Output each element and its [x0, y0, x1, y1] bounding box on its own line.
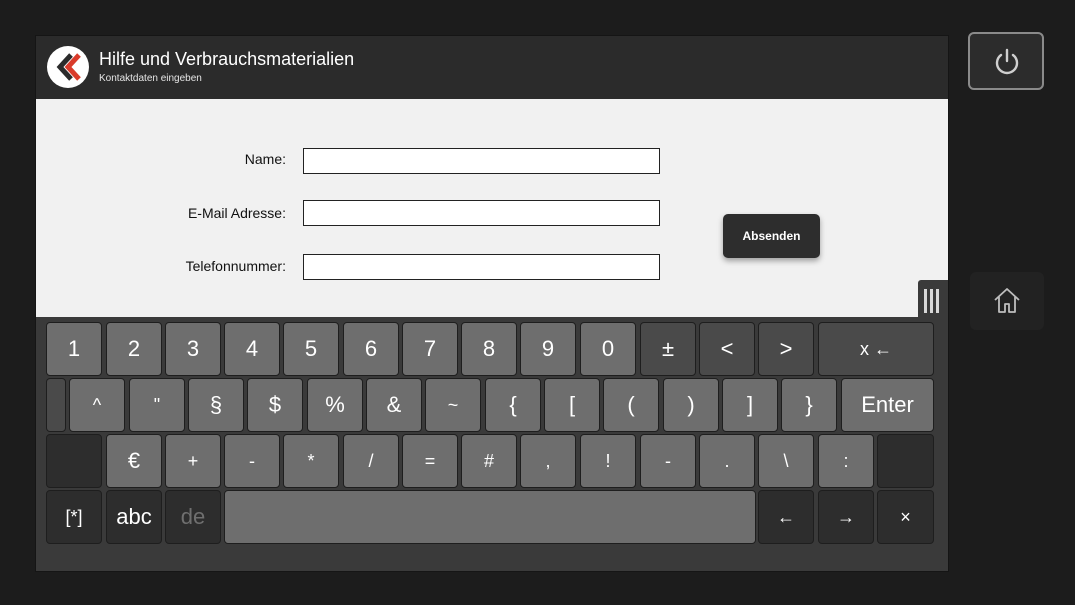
key-blank[interactable] — [46, 378, 66, 432]
symbols-key[interactable]: [*] — [46, 490, 102, 544]
key[interactable]: 1 — [46, 322, 102, 376]
arrow-left-key[interactable]: ← — [758, 490, 814, 544]
key[interactable]: ] — [722, 378, 778, 432]
key[interactable]: " — [129, 378, 185, 432]
email-label: E-Mail Adresse: — [187, 205, 286, 221]
key[interactable]: \ — [758, 434, 814, 488]
key[interactable]: 3 — [165, 322, 221, 376]
key[interactable]: ~ — [425, 378, 481, 432]
language-key[interactable]: de — [165, 490, 221, 544]
key[interactable]: . — [699, 434, 755, 488]
key[interactable]: ! — [580, 434, 636, 488]
close-keyboard-key[interactable]: × — [877, 490, 934, 544]
key[interactable]: ± — [640, 322, 696, 376]
key[interactable]: + — [165, 434, 221, 488]
key[interactable]: 5 — [283, 322, 339, 376]
main-panel: Hilfe und Verbrauchsmaterialien Kontaktd… — [35, 35, 949, 572]
key[interactable]: 0 — [580, 322, 636, 376]
home-icon — [994, 288, 1020, 313]
back-chevrons-icon[interactable] — [47, 46, 89, 88]
home-button[interactable] — [970, 272, 1044, 330]
key[interactable]: { — [485, 378, 541, 432]
page-subtitle: Kontaktdaten eingeben — [99, 73, 202, 84]
key[interactable]: * — [283, 434, 339, 488]
name-field[interactable] — [303, 148, 660, 174]
key[interactable]: ) — [663, 378, 719, 432]
phone-field[interactable] — [303, 254, 660, 280]
keyboard-grip-icon[interactable] — [918, 280, 948, 322]
key[interactable]: 4 — [224, 322, 280, 376]
key[interactable]: < — [699, 322, 755, 376]
key[interactable]: % — [307, 378, 363, 432]
email-field[interactable] — [303, 200, 660, 226]
key[interactable]: 6 — [343, 322, 399, 376]
key[interactable]: = — [402, 434, 458, 488]
key[interactable]: 7 — [402, 322, 458, 376]
key[interactable]: > — [758, 322, 814, 376]
name-label: Name: — [244, 151, 286, 167]
header-bar: Hilfe und Verbrauchsmaterialien Kontaktd… — [36, 36, 948, 99]
key[interactable]: - — [640, 434, 696, 488]
key[interactable]: 9 — [520, 322, 576, 376]
power-button[interactable] — [968, 32, 1044, 90]
key[interactable]: [ — [544, 378, 600, 432]
space-key[interactable] — [224, 490, 756, 544]
key[interactable]: & — [366, 378, 422, 432]
backspace-key[interactable]: x ← — [818, 322, 934, 376]
key[interactable]: , — [520, 434, 576, 488]
key[interactable]: # — [461, 434, 517, 488]
key[interactable]: 8 — [461, 322, 517, 376]
key[interactable]: ^ — [69, 378, 125, 432]
abc-key[interactable]: abc — [106, 490, 162, 544]
page-title: Hilfe und Verbrauchsmaterialien — [99, 49, 355, 69]
key[interactable]: / — [343, 434, 399, 488]
power-icon — [995, 48, 1019, 75]
phone-label: Telefonnummer: — [185, 258, 286, 274]
key-blank[interactable] — [877, 434, 934, 488]
key[interactable]: € — [106, 434, 162, 488]
key[interactable]: § — [188, 378, 244, 432]
arrow-right-key[interactable]: → — [818, 490, 874, 544]
key[interactable]: ( — [603, 378, 659, 432]
key[interactable]: - — [224, 434, 280, 488]
key[interactable]: : — [818, 434, 874, 488]
key[interactable]: } — [781, 378, 837, 432]
key-blank[interactable] — [46, 434, 102, 488]
key[interactable]: 2 — [106, 322, 162, 376]
contact-form: Name: E-Mail Adresse: Telefonnummer: Abs… — [36, 99, 948, 317]
key[interactable]: $ — [247, 378, 303, 432]
enter-key[interactable]: Enter — [841, 378, 934, 432]
onscreen-keyboard: 1 2 3 4 5 6 7 8 9 0 ± < > x ← ^ " § $ % … — [36, 317, 948, 571]
submit-button[interactable]: Absenden — [723, 214, 820, 258]
